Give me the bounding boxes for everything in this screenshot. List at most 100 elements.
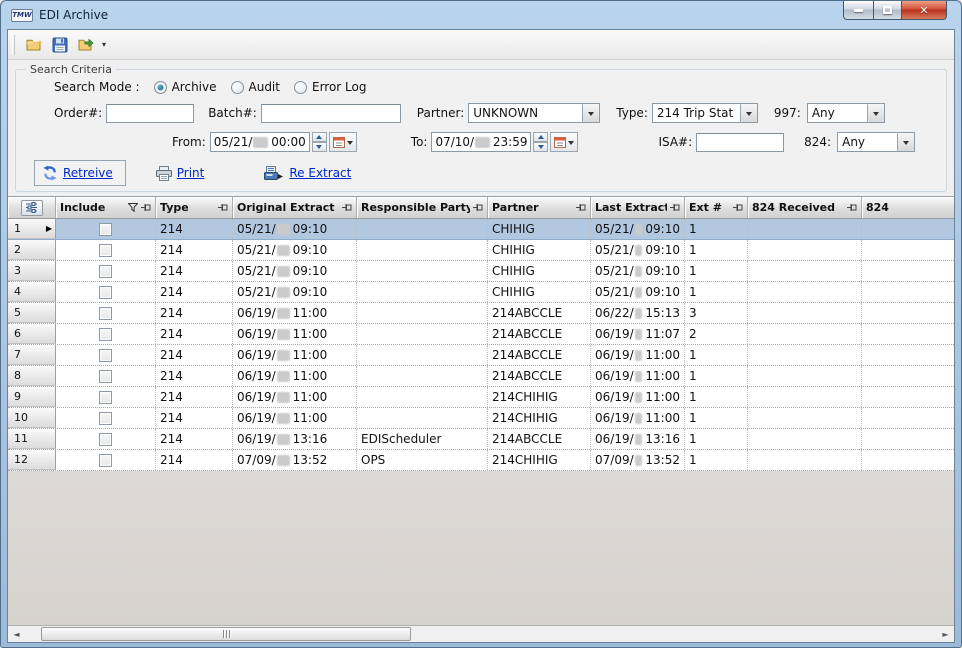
column-header-824-received[interactable]: 824 Received: [748, 197, 862, 218]
s824-dropdown-button[interactable]: [897, 133, 914, 151]
pin-icon[interactable]: [342, 203, 352, 212]
close-button[interactable]: ✕: [902, 1, 947, 20]
s997-dropdown-button[interactable]: [867, 104, 884, 122]
table-row[interactable]: 621406/19/11:00214ABCCLE06/19/11:072: [8, 324, 954, 345]
search-mode-option[interactable]: Archive: [154, 80, 217, 94]
column-header-include[interactable]: Include: [56, 197, 156, 218]
table-row[interactable]: 1221407/09/13:52OPS214CHIHIG07/09/13:521: [8, 450, 954, 471]
column-header-824[interactable]: 824: [862, 197, 954, 218]
row-header[interactable]: 5: [8, 303, 56, 323]
order-input[interactable]: [106, 104, 194, 123]
type-dropdown-button[interactable]: [740, 104, 757, 122]
from-calendar-button[interactable]: [329, 132, 357, 152]
save-button[interactable]: [48, 33, 72, 57]
time-text: 13:52: [293, 453, 328, 467]
include-checkbox[interactable]: [99, 433, 112, 446]
row-header[interactable]: 7: [8, 345, 56, 365]
cell-824-received: [748, 219, 862, 239]
include-checkbox[interactable]: [99, 223, 112, 236]
row-header[interactable]: 1▶: [8, 219, 56, 239]
include-checkbox[interactable]: [99, 265, 112, 278]
column-header-responsible-party[interactable]: Responsible Party: [357, 197, 488, 218]
column-header-ext[interactable]: Ext #: [685, 197, 748, 218]
column-header-last-extract[interactable]: Last Extract: [591, 197, 685, 218]
date-text: 06/19/: [237, 369, 276, 383]
column-header-partner[interactable]: Partner: [488, 197, 591, 218]
to-date-input[interactable]: 07/10/23:59: [431, 132, 531, 152]
chevron-down-icon: [588, 112, 594, 119]
spin-down-icon[interactable]: [533, 142, 548, 152]
include-checkbox[interactable]: [99, 307, 112, 320]
search-mode-option[interactable]: Audit: [231, 80, 280, 94]
spin-up-icon[interactable]: [312, 132, 327, 142]
table-row[interactable]: 321405/21/09:10CHIHIG05/21/09:101: [8, 261, 954, 282]
batch-input[interactable]: [261, 104, 401, 123]
table-row[interactable]: 721406/19/11:00214ABCCLE06/19/11:001: [8, 345, 954, 366]
pin-icon[interactable]: [576, 203, 586, 212]
include-checkbox[interactable]: [99, 370, 112, 383]
from-date-spinner[interactable]: [312, 132, 327, 152]
row-header[interactable]: 2: [8, 240, 56, 260]
column-header-type[interactable]: Type: [156, 197, 233, 218]
horizontal-scrollbar[interactable]: ◄ ►: [8, 625, 954, 642]
row-header[interactable]: 3: [8, 261, 56, 281]
include-checkbox[interactable]: [99, 244, 112, 257]
batch-label: Batch#:: [208, 106, 257, 120]
table-row[interactable]: 221405/21/09:10CHIHIG05/21/09:101: [8, 240, 954, 261]
type-select[interactable]: 214 Trip Stat: [652, 103, 758, 123]
row-header[interactable]: 10: [8, 408, 56, 428]
include-checkbox[interactable]: [99, 349, 112, 362]
scrollbar-thumb[interactable]: [41, 627, 411, 641]
row-header[interactable]: 6: [8, 324, 56, 344]
include-checkbox[interactable]: [99, 391, 112, 404]
redacted-year: [277, 392, 290, 403]
scroll-right-arrow[interactable]: ►: [937, 626, 954, 642]
table-row[interactable]: 1021406/19/11:00214CHIHIG06/19/11:001: [8, 408, 954, 429]
row-header[interactable]: 12: [8, 450, 56, 470]
s997-select[interactable]: Any: [807, 103, 885, 123]
include-checkbox[interactable]: [99, 328, 112, 341]
table-row[interactable]: 521406/19/11:00214ABCCLE06/22/15:133: [8, 303, 954, 324]
minimize-button[interactable]: [843, 1, 874, 20]
pin-icon[interactable]: [218, 203, 228, 212]
table-row[interactable]: 921406/19/11:00214CHIHIG06/19/11:001: [8, 387, 954, 408]
pin-icon[interactable]: [733, 203, 743, 212]
column-chooser-button[interactable]: [21, 200, 43, 216]
table-row[interactable]: 1▶21405/21/09:10CHIHIG05/21/09:101: [8, 219, 954, 240]
search-mode-option[interactable]: Error Log: [294, 80, 367, 94]
isa-input[interactable]: [696, 133, 784, 152]
row-header[interactable]: 11: [8, 429, 56, 449]
open-button[interactable]: [22, 33, 46, 57]
column-header-original-extract[interactable]: Original Extract: [233, 197, 357, 218]
pin-icon[interactable]: [670, 203, 680, 212]
partner-dropdown-button[interactable]: [582, 104, 599, 122]
row-header[interactable]: 8: [8, 366, 56, 386]
pin-icon[interactable]: [847, 203, 857, 212]
pin-icon[interactable]: [141, 203, 151, 212]
to-calendar-button[interactable]: [550, 132, 578, 152]
row-header[interactable]: 9: [8, 387, 56, 407]
export-button[interactable]: [74, 33, 98, 57]
retrieve-button[interactable]: Retreive: [34, 160, 126, 186]
include-checkbox[interactable]: [99, 454, 112, 467]
to-date-spinner[interactable]: [533, 132, 548, 152]
print-button[interactable]: Print: [156, 166, 205, 181]
table-row[interactable]: 1121406/19/13:16EDIScheduler214ABCCLE06/…: [8, 429, 954, 450]
maximize-button[interactable]: [874, 1, 902, 20]
spin-down-icon[interactable]: [312, 142, 327, 152]
cell-original-extract: 06/19/11:00: [233, 408, 357, 428]
s824-select[interactable]: Any: [837, 132, 915, 152]
pin-icon[interactable]: [473, 203, 483, 212]
filter-icon[interactable]: [128, 203, 138, 212]
from-date-input[interactable]: 05/21/00:00: [210, 132, 310, 152]
partner-select[interactable]: UNKNOWN: [468, 103, 600, 123]
row-header[interactable]: 4: [8, 282, 56, 302]
table-row[interactable]: 821406/19/11:00214ABCCLE06/19/11:001: [8, 366, 954, 387]
table-row[interactable]: 421405/21/09:10CHIHIG05/21/09:101: [8, 282, 954, 303]
toolbar-overflow-dropdown[interactable]: ▾: [102, 40, 106, 49]
re-extract-button[interactable]: Re Extract: [264, 165, 351, 181]
spin-up-icon[interactable]: [533, 132, 548, 142]
include-checkbox[interactable]: [99, 286, 112, 299]
include-checkbox[interactable]: [99, 412, 112, 425]
scroll-left-arrow[interactable]: ◄: [8, 626, 25, 642]
